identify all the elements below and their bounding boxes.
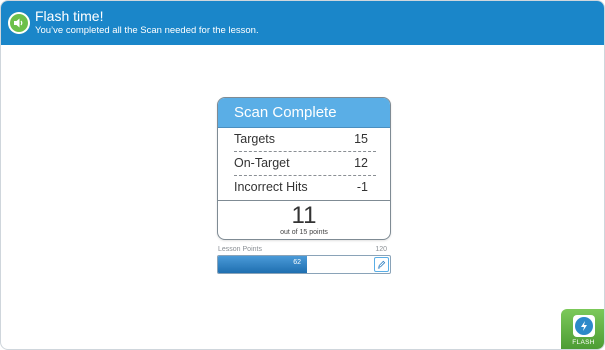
lesson-points-max: 120: [375, 246, 387, 253]
header-subtitle: You’ve completed all the Scan needed for…: [35, 25, 259, 36]
stat-row-incorrect-hits: Incorrect Hits -1: [234, 176, 376, 199]
stat-value: 15: [354, 132, 368, 146]
header-title: Flash time!: [35, 8, 104, 24]
pencil-icon: [377, 260, 386, 269]
speaker-icon: [14, 18, 23, 28]
flash-icon-frame: [572, 315, 595, 337]
score-value: 11: [291, 202, 317, 229]
lesson-points-progress: 62: [217, 255, 391, 274]
scan-complete-card: Scan Complete Targets 15 On-Target 12 In…: [217, 97, 391, 240]
card-title: Scan Complete: [218, 98, 390, 128]
stat-row-on-target: On-Target 12: [234, 152, 376, 176]
lightning-icon: [574, 317, 593, 335]
header-banner: Flash time! You’ve completed all the Sca…: [1, 1, 604, 45]
edit-points-button[interactable]: [374, 257, 389, 272]
stat-label: On-Target: [234, 156, 290, 170]
speaker-button[interactable]: [8, 12, 30, 34]
score-summary: 11 out of 15 points: [218, 201, 390, 237]
stat-value: -1: [356, 180, 368, 194]
app-window: Flash time! You’ve completed all the Sca…: [0, 0, 605, 350]
flash-button[interactable]: FLASH: [561, 309, 604, 349]
lesson-points-value: 62: [293, 259, 301, 266]
stat-label: Targets: [234, 132, 275, 146]
stats-list: Targets 15 On-Target 12 Incorrect Hits -…: [218, 128, 390, 201]
stat-value: 12: [354, 156, 368, 170]
lesson-points-label: Lesson Points: [218, 246, 262, 253]
flash-label: FLASH: [572, 339, 595, 346]
stat-row-targets: Targets 15: [234, 128, 376, 152]
score-caption: out of 15 points: [280, 229, 328, 236]
stat-label: Incorrect Hits: [234, 180, 308, 194]
